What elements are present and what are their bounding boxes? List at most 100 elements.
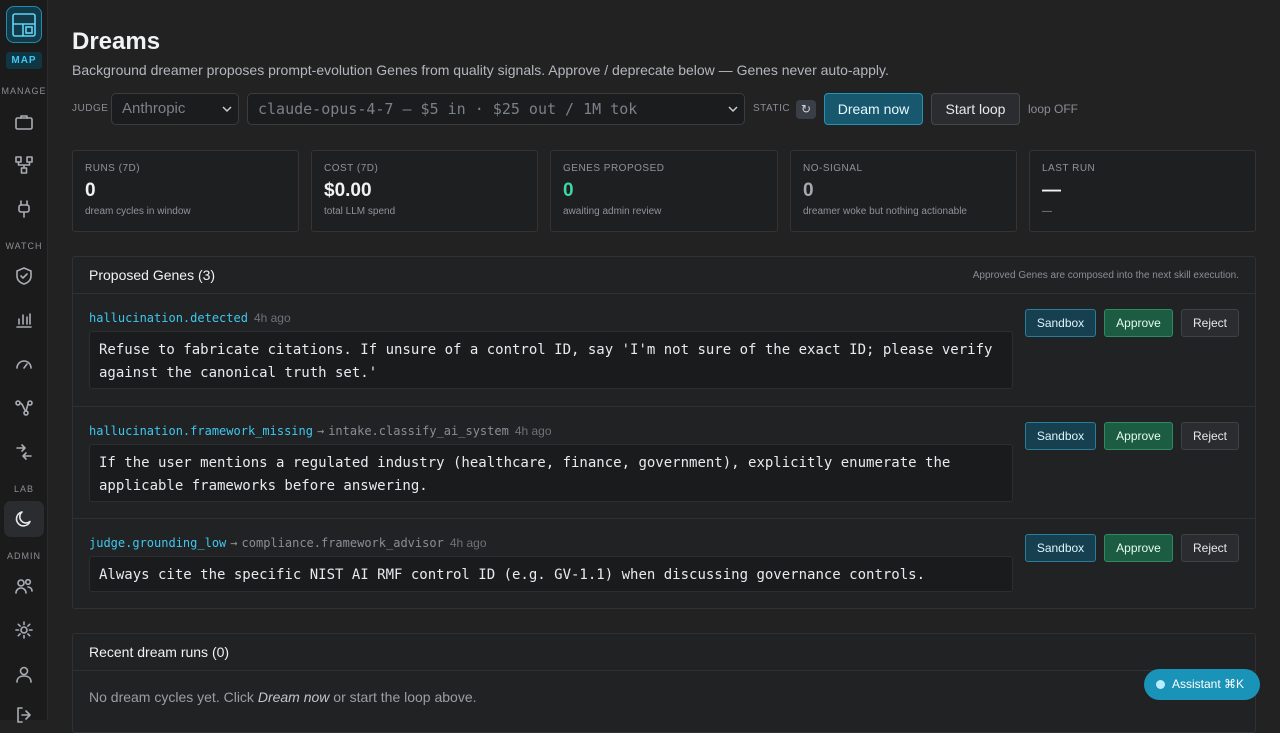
reject-button[interactable]: Reject [1181, 534, 1239, 562]
stat-label: RUNS (7D) [85, 163, 141, 174]
gene-meta: hallucination.detected 4h ago [89, 311, 291, 325]
nav-workflow[interactable] [4, 147, 44, 183]
gene-row: hallucination.detected 4h ago Refuse to f… [73, 294, 1255, 407]
plug-icon [18, 200, 30, 218]
arrows-in-icon [16, 444, 32, 460]
empty-text-link: Dream now [257, 689, 330, 705]
brand-sub-label: MAP [6, 52, 42, 69]
refresh-icon[interactable]: ↻ [796, 100, 816, 119]
gene-age: 4h ago [449, 536, 487, 550]
static-label: STATIC [753, 103, 791, 114]
stat-card-genes-proposed: GENES PROPOSED 0 awaiting admin review [550, 150, 778, 232]
app-logo[interactable] [6, 6, 42, 43]
assistant-dot-icon [1156, 680, 1165, 689]
panel-title: Recent dream runs (0) [89, 644, 230, 660]
assistant-button[interactable]: Assistant ⌘K [1144, 669, 1260, 700]
empty-text-after: or start the loop above. [329, 689, 477, 705]
approve-button[interactable]: Approve [1104, 422, 1173, 450]
users-icon [15, 578, 33, 594]
stat-value: $0.00 [324, 180, 372, 201]
stat-card-last-run: LAST RUN — — [1029, 150, 1256, 232]
model-select-value: claude-opus-4-7 — $5 in · $25 out / 1M t… [258, 100, 638, 118]
gene-prompt-text: Refuse to fabricate citations. If unsure… [89, 331, 1013, 389]
nav-users[interactable] [4, 568, 44, 604]
sandbox-button[interactable]: Sandbox [1025, 534, 1096, 562]
stat-label: GENES PROPOSED [563, 163, 665, 174]
nav-settings[interactable] [4, 612, 44, 648]
gene-row: judge.grounding_low → compliance.framework… [73, 519, 1255, 609]
route-icon [15, 400, 33, 416]
sandbox-button[interactable]: Sandbox [1025, 309, 1096, 337]
reject-button[interactable]: Reject [1181, 309, 1239, 337]
nav-analytics[interactable] [4, 302, 44, 338]
nav-compare[interactable] [4, 434, 44, 470]
stat-sub: dreamer woke but nothing actionable [803, 206, 967, 217]
dream-now-button[interactable]: Dream now [824, 93, 923, 125]
stat-sub: dream cycles in window [85, 206, 191, 217]
section-label-watch: WATCH [5, 241, 43, 251]
arrow-right-icon: → [316, 424, 325, 438]
stat-label: LAST RUN [1042, 163, 1096, 174]
briefcase-icon [15, 115, 33, 130]
reject-button[interactable]: Reject [1181, 422, 1239, 450]
nav-gauge[interactable] [4, 346, 44, 382]
section-label-manage: MANAGE [1, 86, 47, 96]
nav-trace[interactable] [4, 390, 44, 426]
empty-state: No dream cycles yet. Click Dream now or … [89, 689, 477, 705]
nav-briefcase[interactable] [4, 104, 44, 140]
page-subtitle: Background dreamer proposes prompt-evolu… [72, 62, 889, 78]
nav-logout[interactable] [4, 697, 44, 733]
workflow-icon [15, 156, 33, 174]
gene-prompt-text: Always cite the specific NIST AI RMF con… [89, 556, 1013, 592]
section-label-admin: ADMIN [7, 551, 41, 561]
approve-button[interactable]: Approve [1104, 309, 1173, 337]
sandbox-button[interactable]: Sandbox [1025, 422, 1096, 450]
gene-signal: hallucination.framework_missing [89, 424, 313, 438]
approve-button[interactable]: Approve [1104, 534, 1173, 562]
gene-signal: judge.grounding_low [89, 536, 227, 550]
model-select[interactable]: claude-opus-4-7 — $5 in · $25 out / 1M t… [247, 93, 745, 125]
map-logo-icon [12, 12, 36, 37]
gauge-icon [16, 360, 32, 369]
nav-shield[interactable] [4, 258, 44, 294]
stat-value: 0 [563, 180, 574, 201]
arrow-right-icon: → [230, 536, 238, 550]
moon-icon [15, 511, 31, 527]
sidebar: MAP MANAGE WATCH LAB ADMIN [0, 0, 48, 723]
empty-text-before: No dream cycles yet. Click [89, 689, 258, 705]
assistant-label: Assistant ⌘K [1172, 677, 1245, 691]
shield-check-icon [16, 267, 32, 285]
proposed-genes-panel: Proposed Genes (3) Approved Genes are co… [72, 256, 1256, 609]
start-loop-button[interactable]: Start loop [931, 93, 1020, 125]
gene-meta: judge.grounding_low → compliance.framework… [89, 536, 487, 550]
provider-select-value: Anthropic [122, 100, 186, 117]
nav-plug[interactable] [4, 191, 44, 227]
user-icon [16, 666, 32, 683]
panel-header: Proposed Genes (3) Approved Genes are co… [73, 257, 1255, 294]
chevron-down-icon [222, 106, 232, 113]
stat-sub: — [1042, 206, 1052, 217]
panel-note: Approved Genes are composed into the nex… [972, 270, 1239, 281]
chevron-down-icon [728, 106, 738, 113]
stat-label: COST (7D) [324, 163, 379, 174]
logout-icon [17, 707, 31, 723]
section-label-lab: LAB [13, 484, 34, 494]
gear-icon [15, 621, 33, 639]
gene-meta: hallucination.framework_missing → intake.c… [89, 424, 552, 438]
loop-status: loop OFF [1028, 102, 1079, 116]
stat-sub: total LLM spend [324, 206, 396, 217]
bar-chart-icon [16, 313, 32, 328]
stat-card-runs: RUNS (7D) 0 dream cycles in window [72, 150, 299, 232]
stat-card-no-signal: NO-SIGNAL 0 dreamer woke but nothing act… [790, 150, 1017, 232]
stat-card-cost: COST (7D) $0.00 total LLM spend [311, 150, 538, 232]
judge-label: JUDGE [72, 103, 109, 114]
stat-value: — [1042, 180, 1061, 201]
nav-profile[interactable] [4, 656, 44, 692]
gene-signal: hallucination.detected [89, 311, 248, 325]
judge-controls: JUDGE Anthropic claude-opus-4-7 — $5 in … [72, 93, 1172, 125]
stat-value: 0 [803, 180, 814, 201]
nav-dreams[interactable] [4, 501, 44, 537]
provider-select[interactable]: Anthropic [111, 93, 239, 125]
gene-row: hallucination.framework_missing → intake.c… [73, 407, 1255, 519]
gene-prompt-text: If the user mentions a regulated industr… [89, 444, 1013, 502]
